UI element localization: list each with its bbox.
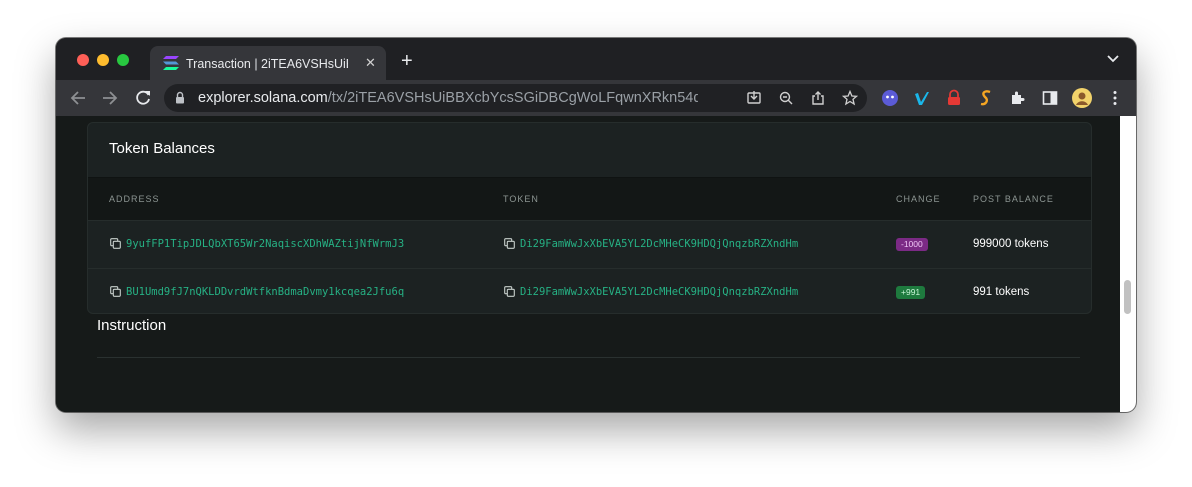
forward-arrow-icon[interactable] <box>100 88 120 108</box>
solana-logo-icon <box>163 56 179 70</box>
copy-icon[interactable] <box>504 286 515 297</box>
tab-transaction[interactable]: Transaction | 2iTEA6VSHsUiBBXcbYcsSGiDBC… <box>150 46 386 80</box>
browser-window: Transaction | 2iTEA6VSHsUiBBXcbYcsSGiDBC… <box>56 38 1136 412</box>
install-app-icon[interactable] <box>746 90 762 106</box>
instruction-title: Instruction <box>97 317 167 334</box>
vimeo-extension-icon[interactable] <box>913 89 931 107</box>
address-bar[interactable]: explorer.solana.com/tx/2iTEA6VSHsUiBBXcb… <box>164 84 867 112</box>
scrollbar-thumb[interactable] <box>1124 280 1131 314</box>
url-path: /tx/2iTEA6VSHsUiBBXcbYcsSGiDBCgWoLFqwnXR… <box>327 90 698 106</box>
card-header: Token Balances <box>88 123 1091 178</box>
tab-title: Transaction | 2iTEA6VSHsUiBBXcbYcsSGiDBC… <box>186 57 348 71</box>
zoom-out-icon[interactable] <box>778 90 794 106</box>
side-panel-icon[interactable] <box>1041 89 1059 107</box>
back-arrow-icon[interactable] <box>68 88 88 108</box>
tab-strip: Transaction | 2iTEA6VSHsUiBBXcbYcsSGiDBC… <box>56 38 1136 80</box>
puzzle-extensions-icon[interactable] <box>1009 89 1027 107</box>
table-row: BU1Umd9fJ7nQKLDDvrdWtfknBdmaDvmy1kcqea2J… <box>88 269 1091 313</box>
url-host: explorer.solana.com <box>198 90 328 106</box>
s-logo-extension-icon[interactable] <box>977 89 995 107</box>
tab-close-icon[interactable]: ✕ <box>365 56 376 70</box>
change-badge: +991 <box>896 286 926 299</box>
lock-extension-icon[interactable] <box>945 89 963 107</box>
url-text[interactable]: explorer.solana.com/tx/2iTEA6VSHsUiBBXcb… <box>198 90 698 106</box>
menu-kebab-icon[interactable] <box>1106 89 1124 107</box>
column-post-balance: POST BALANCE <box>973 194 1054 204</box>
maximize-window-button[interactable] <box>117 54 129 66</box>
table-header: ADDRESS TOKEN CHANGE POST BALANCE <box>88 178 1091 221</box>
post-balance: 999000 tokens <box>973 238 1049 250</box>
page-content: Token Balances ADDRESS TOKEN CHANGE POST… <box>56 116 1120 412</box>
address-link[interactable]: 9yufFP1TipJDLQbXT65Wr2NaqiscXDhWAZtijNfW… <box>126 237 404 251</box>
copy-icon[interactable] <box>504 238 515 249</box>
token-balances-title: Token Balances <box>109 140 215 157</box>
bookmark-star-icon[interactable] <box>842 90 858 106</box>
token-balances-card: Token Balances ADDRESS TOKEN CHANGE POST… <box>87 122 1092 314</box>
column-address: ADDRESS <box>109 194 160 204</box>
lock-icon[interactable] <box>175 91 185 104</box>
minimize-window-button[interactable] <box>97 54 109 66</box>
address-link[interactable]: BU1Umd9fJ7nQKLDDvrdWtfknBdmaDvmy1kcqea2J… <box>126 285 404 299</box>
column-token: TOKEN <box>503 194 539 204</box>
copy-icon[interactable] <box>110 286 121 297</box>
table-row: 9yufFP1TipJDLQbXT65Wr2NaqiscXDhWAZtijNfW… <box>88 221 1091 269</box>
chevron-down-icon[interactable] <box>1106 52 1120 66</box>
post-balance: 991 tokens <box>973 286 1030 298</box>
new-tab-button[interactable]: + <box>401 51 413 71</box>
token-link[interactable]: Di29FamWwJxXbEVA5YL2DcMHeCK9HDQjQnqzbRZX… <box>520 285 798 299</box>
page-scrollbar[interactable] <box>1120 116 1136 412</box>
ghost-extension-icon[interactable] <box>881 89 899 107</box>
section-divider <box>97 357 1080 358</box>
copy-icon[interactable] <box>110 238 121 249</box>
column-change: CHANGE <box>896 194 941 204</box>
share-icon[interactable] <box>810 90 826 106</box>
close-window-button[interactable] <box>77 54 89 66</box>
reload-icon[interactable] <box>133 88 153 108</box>
profile-avatar-icon[interactable] <box>1072 88 1092 108</box>
token-link[interactable]: Di29FamWwJxXbEVA5YL2DcMHeCK9HDQjQnqzbRZX… <box>520 237 798 251</box>
browser-toolbar: explorer.solana.com/tx/2iTEA6VSHsUiBBXcb… <box>56 80 1136 116</box>
change-badge: -1000 <box>896 238 928 251</box>
